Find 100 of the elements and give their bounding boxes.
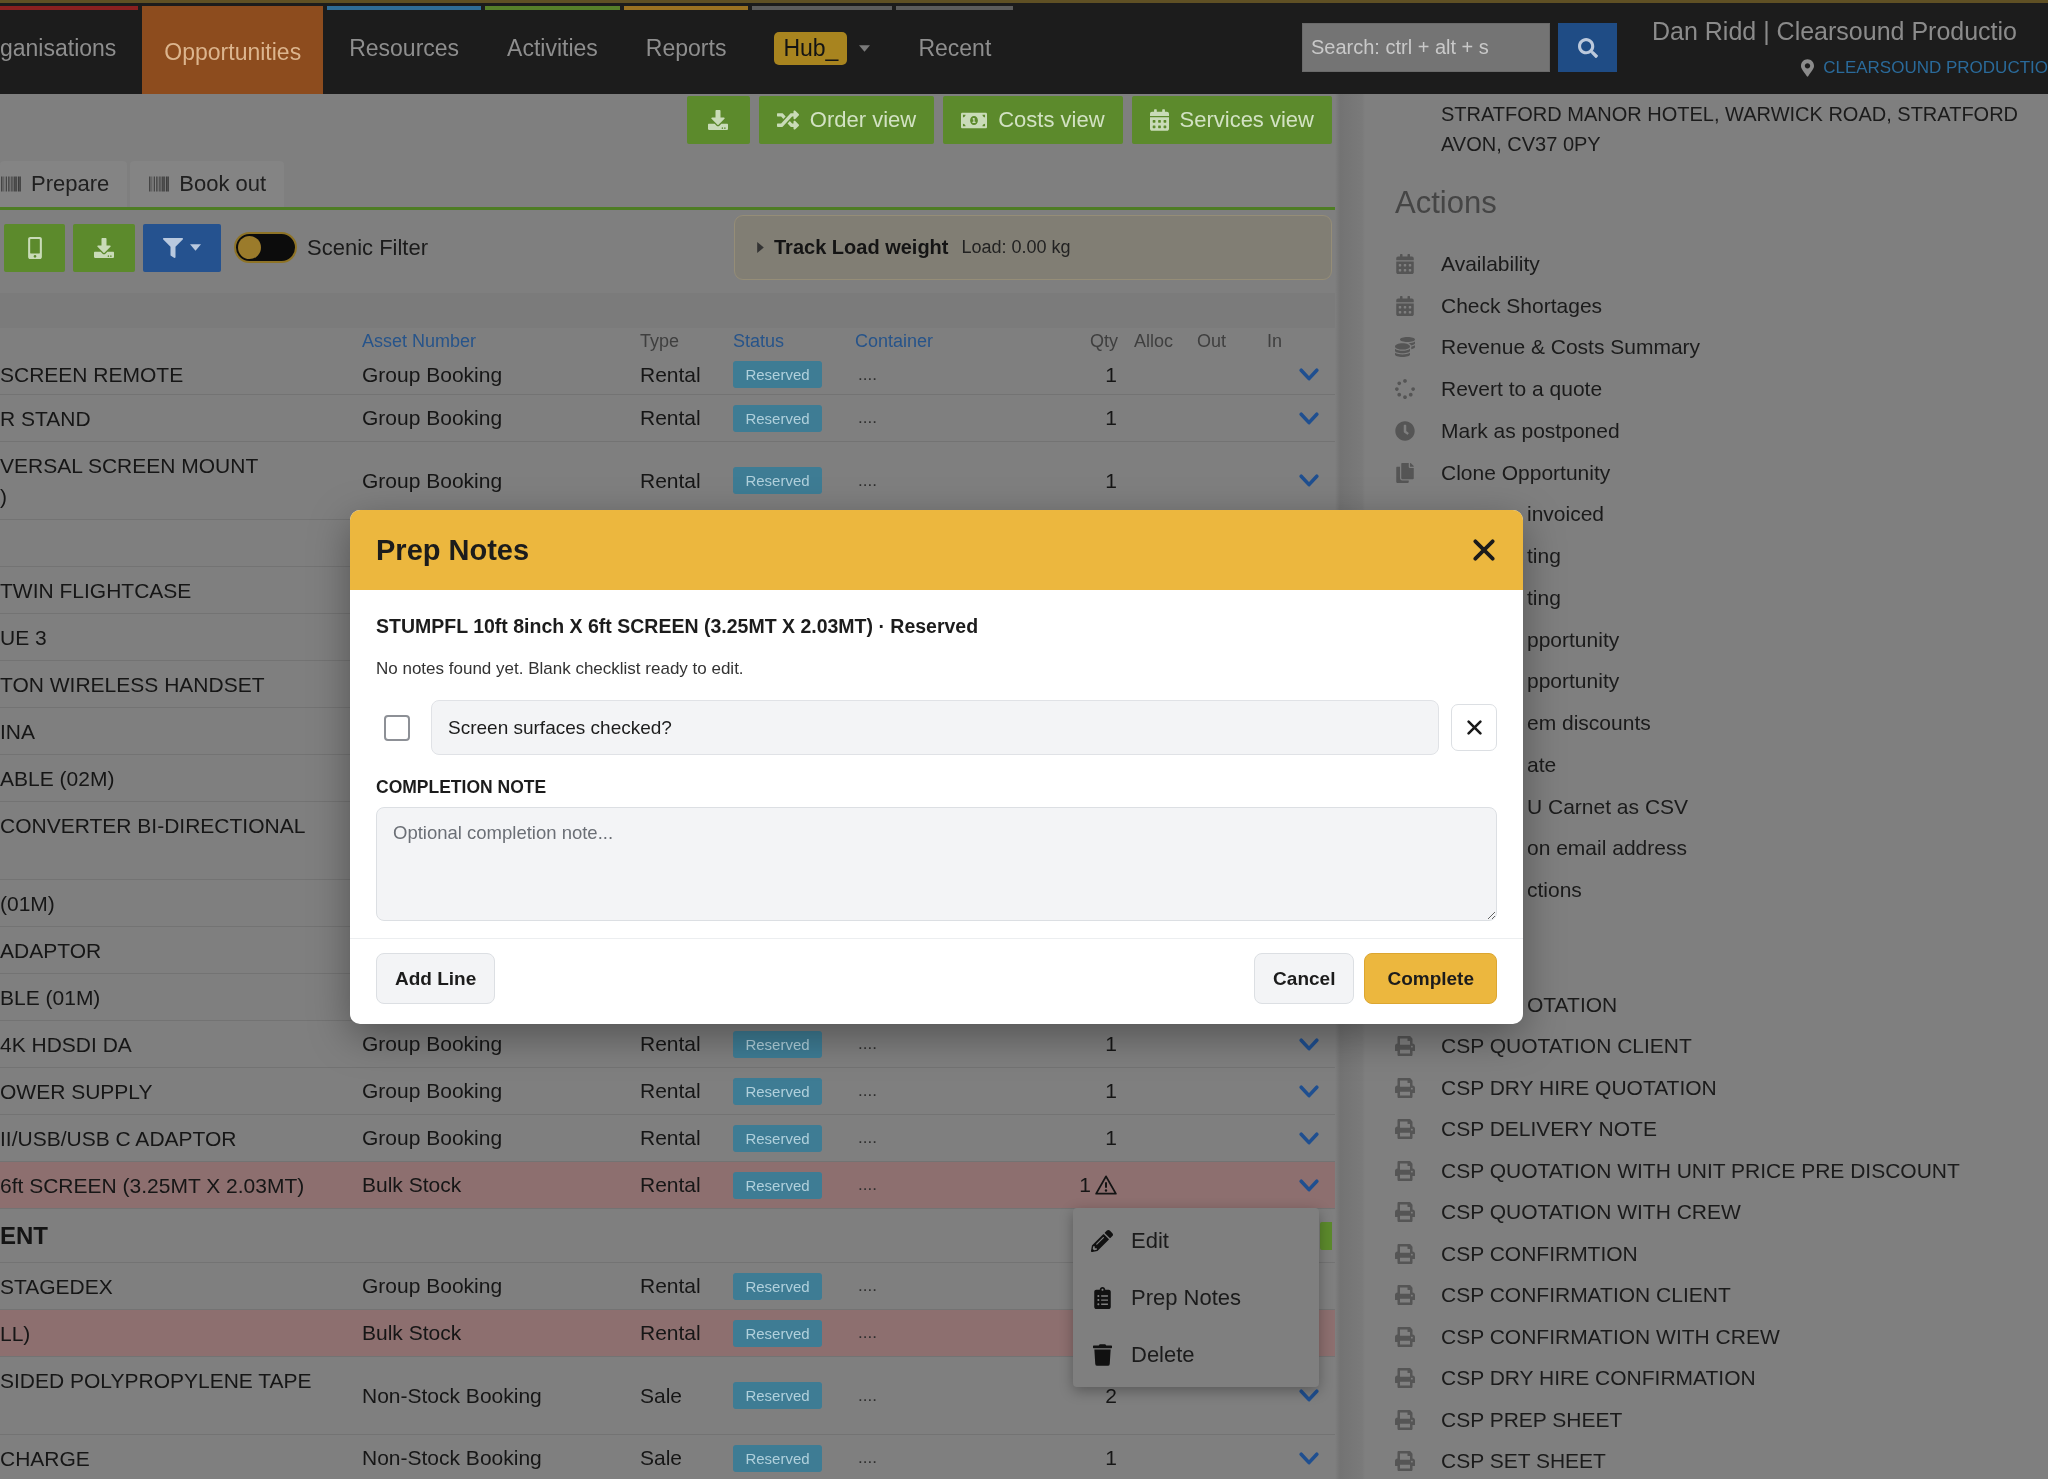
item-name: INA: [0, 718, 36, 745]
calendar-icon: [1396, 295, 1414, 316]
action-link[interactable]: ting: [1527, 544, 1561, 569]
printer-icon: [1395, 1202, 1415, 1223]
document-link[interactable]: CSP PREP SHEET: [1395, 1407, 1623, 1432]
nav-tab[interactable]: Reports: [623, 6, 749, 86]
action-link[interactable]: em discounts: [1527, 711, 1651, 736]
chevron-icon[interactable]: [1299, 1037, 1319, 1051]
action-link[interactable]: Mark as postponed: [1395, 418, 1620, 443]
action-link[interactable]: pportunity: [1527, 669, 1620, 694]
view-button[interactable]: Order view: [758, 96, 935, 144]
printer-icon: [1395, 1451, 1415, 1472]
document-link[interactable]: CSP QUOTATION WITH UNIT PRICE PRE DISCOUNT: [1395, 1158, 1960, 1183]
nav-tab[interactable]: ganisations: [0, 6, 139, 86]
item-name: OWER SUPPLY: [0, 1078, 154, 1105]
clock-icon: [1395, 420, 1415, 441]
status-badge: Reserved: [733, 404, 822, 432]
action-link[interactable]: Check Shortages: [1395, 293, 1603, 318]
nav-tab[interactable]: Resources: [327, 6, 482, 86]
column-header[interactable]: Alloc: [1122, 331, 1173, 352]
item-name: UE 3: [0, 624, 48, 651]
chevron-icon[interactable]: [1299, 1451, 1319, 1465]
booking-type: Group Booking: [362, 1079, 504, 1103]
menu-item[interactable]: Prep Notes: [1073, 1269, 1319, 1326]
document-link[interactable]: CSP DELIVERY NOTE: [1395, 1117, 1657, 1142]
search-icon: [1577, 37, 1598, 58]
dialog-button[interactable]: Complete: [1364, 953, 1497, 1004]
status-badge: Reserved: [733, 1382, 822, 1409]
barcode-icon: [148, 174, 171, 194]
chevron-icon[interactable]: [1299, 1178, 1319, 1192]
document-link[interactable]: CSP DRY HIRE QUOTATION: [1395, 1075, 1717, 1100]
action-link[interactable]: Revert to a quote: [1395, 377, 1603, 402]
action-link[interactable]: ting: [1527, 585, 1561, 610]
document-link[interactable]: OTATION: [1527, 992, 1618, 1017]
nav-tab[interactable]: Recent: [896, 6, 1014, 86]
mode-button[interactable]: Prepare: [0, 161, 128, 207]
view-button[interactable]: Services view: [1131, 96, 1332, 144]
dialog-button[interactable]: Cancel: [1254, 953, 1355, 1004]
column-header[interactable]: Type: [640, 331, 680, 352]
mode-button[interactable]: Book out: [130, 161, 285, 207]
printer-icon: [1395, 1036, 1415, 1057]
mobile-button[interactable]: [4, 223, 65, 272]
action-link[interactable]: Clone Opportunity: [1395, 460, 1611, 485]
dialog-button[interactable]: Add Line: [376, 953, 496, 1004]
booking-type: Group Booking: [362, 1274, 504, 1298]
filter-button[interactable]: [143, 223, 221, 272]
menu-item[interactable]: Edit: [1073, 1212, 1319, 1269]
search-field[interactable]: Search: ctrl + alt + s: [1302, 23, 1550, 72]
action-link[interactable]: Revenue & Costs Summary: [1395, 335, 1701, 360]
document-link[interactable]: CSP CONFIRMTION: [1395, 1241, 1638, 1266]
document-link[interactable]: CSP QUOTATION WITH CREW: [1395, 1200, 1741, 1225]
hire-type: Rental: [640, 406, 702, 430]
chevron-icon[interactable]: [1299, 1131, 1319, 1145]
column-header[interactable]: Out: [1190, 331, 1226, 352]
chevron-icon[interactable]: [1299, 1389, 1319, 1402]
document-link[interactable]: CSP CONFIRMATION CLIENT: [1395, 1283, 1731, 1308]
action-link[interactable]: pportunity: [1527, 627, 1620, 652]
chevron-icon[interactable]: [1299, 474, 1319, 487]
chevron-icon[interactable]: [1299, 368, 1319, 381]
action-link[interactable]: invoiced: [1527, 502, 1605, 527]
chevron-icon[interactable]: [1299, 411, 1319, 425]
toggle-switch[interactable]: [234, 232, 297, 263]
search-button[interactable]: [1558, 23, 1617, 72]
action-link[interactable]: Availability: [1395, 251, 1540, 276]
nav-tab[interactable]: Activities: [485, 6, 620, 86]
calendar-icon: [1396, 253, 1414, 274]
nav-tab[interactable]: Opportunities: [142, 6, 324, 94]
remove-button[interactable]: [1451, 704, 1497, 751]
quantity: 1: [1105, 406, 1117, 430]
action-link[interactable]: U Carnet as CSV: [1527, 794, 1689, 819]
item-name: VERSAL SCREEN MOUNT ): [0, 453, 260, 510]
view-button[interactable]: Costs view: [943, 96, 1123, 144]
action-link[interactable]: ate: [1527, 752, 1557, 777]
column-header[interactable]: Qty: [1090, 331, 1122, 352]
checkbox[interactable]: [384, 714, 410, 741]
document-link[interactable]: CSP SET SHEET: [1395, 1449, 1606, 1474]
close-button[interactable]: [1473, 539, 1495, 561]
quantity: 1: [1105, 468, 1117, 493]
action-link[interactable]: ctions: [1527, 878, 1582, 903]
printer-icon: [1395, 1409, 1415, 1430]
booking-type: Group Booking: [362, 1126, 504, 1150]
barcode-icon: [0, 174, 22, 194]
document-link[interactable]: CSP DRY HIRE CONFIRMATION: [1395, 1366, 1756, 1391]
column-header[interactable]: In: [1260, 331, 1282, 352]
nav-tab[interactable]: Hub_: [752, 6, 893, 86]
document-link[interactable]: CSP QUOTATION CLIENT: [1395, 1034, 1692, 1059]
download-button[interactable]: [73, 223, 135, 272]
menu-item[interactable]: Delete: [1073, 1326, 1319, 1383]
caret-icon[interactable]: [757, 242, 764, 253]
note-field[interactable]: Optional completion note...: [376, 807, 1497, 921]
action-link[interactable]: on email address: [1527, 836, 1687, 861]
checklist-input[interactable]: Screen surfaces checked?: [431, 700, 1439, 755]
shuffle-icon: [776, 109, 799, 131]
document-link[interactable]: CSP CONFIRMATION WITH CREW: [1395, 1324, 1780, 1349]
company-link[interactable]: CLEARSOUND PRODUCTIO: [1801, 57, 2048, 79]
download-button[interactable]: [686, 96, 750, 144]
chevron-icon[interactable]: [1299, 1084, 1319, 1098]
booking-type: Non-Stock Booking: [362, 1383, 543, 1408]
load-reading: Load: 0.00 kg: [961, 237, 1071, 258]
dialog-title: Prep Notes: [376, 533, 530, 567]
